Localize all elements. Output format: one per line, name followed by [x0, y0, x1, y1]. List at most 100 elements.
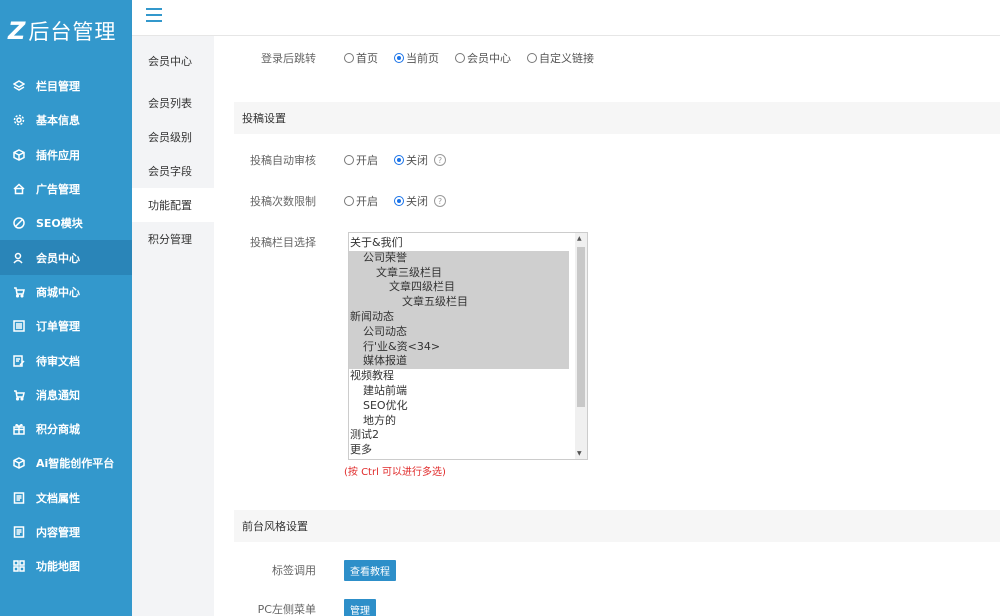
radio-option[interactable]: 首页 [344, 50, 378, 66]
doc-icon [13, 491, 25, 504]
list-icon [13, 320, 25, 332]
radio-option[interactable]: 当前页 [394, 50, 439, 66]
radio-label: 关闭 [406, 195, 428, 208]
pc-menu-row: PC左侧菜单 管理 [214, 598, 1000, 616]
doc-icon [13, 526, 25, 538]
sidebar-item-8[interactable]: 待审文档 [0, 343, 132, 377]
scroll-thumb[interactable] [577, 247, 585, 407]
gear-icon [13, 114, 25, 126]
submenu-item-3[interactable]: 功能配置 [132, 188, 214, 222]
count-limit-options: 开启 关闭? [344, 193, 446, 209]
tag-call-row: 标签调用 查看教程 [214, 559, 1000, 581]
cube-icon [13, 457, 25, 470]
sidebar-item-7[interactable]: 订单管理 [0, 309, 132, 343]
submenu-item-4[interactable]: 积分管理 [132, 222, 214, 256]
column-option[interactable]: 新闻动态 [349, 309, 569, 325]
sidebar-item-label: 广告管理 [36, 183, 80, 197]
edit-doc-icon [13, 354, 25, 367]
radio-unchecked-icon [455, 53, 465, 63]
submenu-title: 会员中心 [148, 55, 192, 68]
column-option[interactable]: 视频教程 [349, 369, 569, 384]
auto-review-label: 投稿自动审核 [250, 154, 316, 167]
radio-unchecked-icon [344, 155, 354, 165]
cart-icon [13, 286, 25, 298]
radio-unchecked-icon [527, 53, 537, 63]
grid-icon [13, 560, 25, 573]
sidebar-item-1[interactable]: 基本信息 [0, 103, 132, 137]
sidebar-item-label: 功能地图 [36, 560, 80, 574]
help-icon[interactable]: ? [434, 154, 446, 166]
radio-option[interactable]: 自定义链接 [527, 50, 594, 66]
sidebar-item-label: 文档属性 [36, 491, 80, 505]
submenu-item-2[interactable]: 会员字段 [132, 154, 214, 188]
sidebar-item-2[interactable]: 插件应用 [0, 138, 132, 172]
sidebar-item-3[interactable]: 广告管理 [0, 172, 132, 206]
column-option[interactable]: 公司动态 [349, 324, 569, 340]
column-multiselect[interactable]: 关于&我们 公司荣誉 文章三级栏目 文章四级栏目 文章五级栏目 新闻动态 公司动态 行'业&资… [348, 232, 588, 460]
sidebar: Z 后台管理 栏目管理 基本信息 插件应用 广告管理 SEO模块 会员中心 商城中心 订单管理… [0, 0, 132, 616]
cart-icon [13, 389, 25, 401]
section-style-settings: 前台风格设置 [234, 510, 1000, 542]
radio-option[interactable]: 开启 [344, 152, 378, 168]
column-option[interactable]: 建站前端 [349, 384, 569, 399]
column-option[interactable]: 更多 [349, 443, 569, 458]
column-option[interactable]: SEO优化 [349, 399, 569, 414]
radio-label: 开启 [356, 195, 378, 208]
sidebar-item-14[interactable]: 功能地图 [0, 549, 132, 583]
radio-label: 自定义链接 [539, 52, 594, 65]
sidebar-item-label: 基本信息 [36, 114, 80, 128]
sidebar-item-9[interactable]: 消息通知 [0, 378, 132, 412]
sidebar-item-label: 栏目管理 [36, 80, 80, 94]
sidebar-item-6[interactable]: 商城中心 [0, 275, 132, 309]
radio-option[interactable]: 关闭 [394, 193, 428, 209]
sidebar-item-label: 内容管理 [36, 526, 80, 539]
column-option[interactable]: 行'业&资<34> [349, 339, 569, 355]
sidebar-item-label: 待审文档 [36, 354, 80, 368]
radio-checked-icon [394, 196, 404, 206]
scroll-down-icon[interactable]: ▼ [577, 450, 582, 457]
column-option[interactable]: 文章四级栏目 [349, 280, 569, 296]
submenu-item-1[interactable]: 会员级别 [132, 120, 214, 154]
column-option[interactable]: 公司荣誉 [349, 250, 569, 266]
sidebar-item-11[interactable]: Ai智能创作平台 [0, 446, 132, 480]
radio-label: 会员中心 [467, 52, 511, 65]
sidebar-item-label: 插件应用 [36, 148, 80, 162]
listbox-scrollbar[interactable]: ▲ ▼ [575, 233, 587, 459]
column-option[interactable]: 文章五级栏目 [349, 295, 569, 310]
sidebar-item-10[interactable]: 积分商城 [0, 412, 132, 446]
sidebar-item-0[interactable]: 栏目管理 [0, 69, 132, 103]
radio-label: 首页 [356, 52, 378, 65]
column-option[interactable]: 关于&我们 [349, 236, 569, 251]
manage-button[interactable]: 管理 [344, 598, 376, 616]
sidebar-item-13[interactable]: 内容管理 [0, 515, 132, 549]
help-icon[interactable]: ? [434, 195, 446, 207]
cube-icon [13, 148, 25, 161]
pc-menu-label: PC左侧菜单 [257, 603, 316, 616]
scroll-up-icon[interactable]: ▲ [577, 235, 582, 242]
menu-toggle-icon[interactable] [146, 8, 162, 22]
view-tutorial-button[interactable]: 查看教程 [344, 559, 396, 581]
column-option[interactable]: 文章三级栏目 [349, 265, 569, 281]
sidebar-item-4[interactable]: SEO模块 [0, 206, 132, 240]
layers-icon [13, 80, 25, 92]
logo-text: 后台管理 [28, 20, 117, 44]
user-icon [13, 252, 25, 264]
radio-option[interactable]: 开启 [344, 193, 378, 209]
sidebar-item-label: Ai智能创作平台 [36, 457, 115, 471]
auto-review-options: 开启 关闭? [344, 152, 446, 168]
column-option[interactable]: 测试2 [349, 428, 569, 443]
sidebar-item-12[interactable]: 文档属性 [0, 481, 132, 515]
sidebar-item-label: SEO模块 [36, 217, 83, 231]
radio-label: 关闭 [406, 154, 428, 167]
column-option[interactable]: 媒体报道 [349, 354, 569, 370]
column-option[interactable]: 地方的 [349, 414, 569, 429]
submenu-item-0[interactable]: 会员列表 [132, 86, 214, 120]
radio-option[interactable]: 关闭 [394, 152, 428, 168]
redirect-options: 首页 当前页 会员中心 自定义链接 [344, 50, 610, 66]
main-content: 登录后跳转 首页 当前页 会员中心 自定义链接 投稿设置 投稿自动审核 开启 关闭? 投… [214, 36, 1000, 616]
sidebar-nav: 栏目管理基本信息插件应用广告管理 SEO模块会员中心 商城中心 订单管理待审文档消息通… [0, 69, 132, 583]
radio-unchecked-icon [344, 53, 354, 63]
radio-option[interactable]: 会员中心 [455, 50, 511, 66]
sidebar-item-5[interactable]: 会员中心 [0, 240, 132, 275]
home-icon [13, 183, 25, 195]
